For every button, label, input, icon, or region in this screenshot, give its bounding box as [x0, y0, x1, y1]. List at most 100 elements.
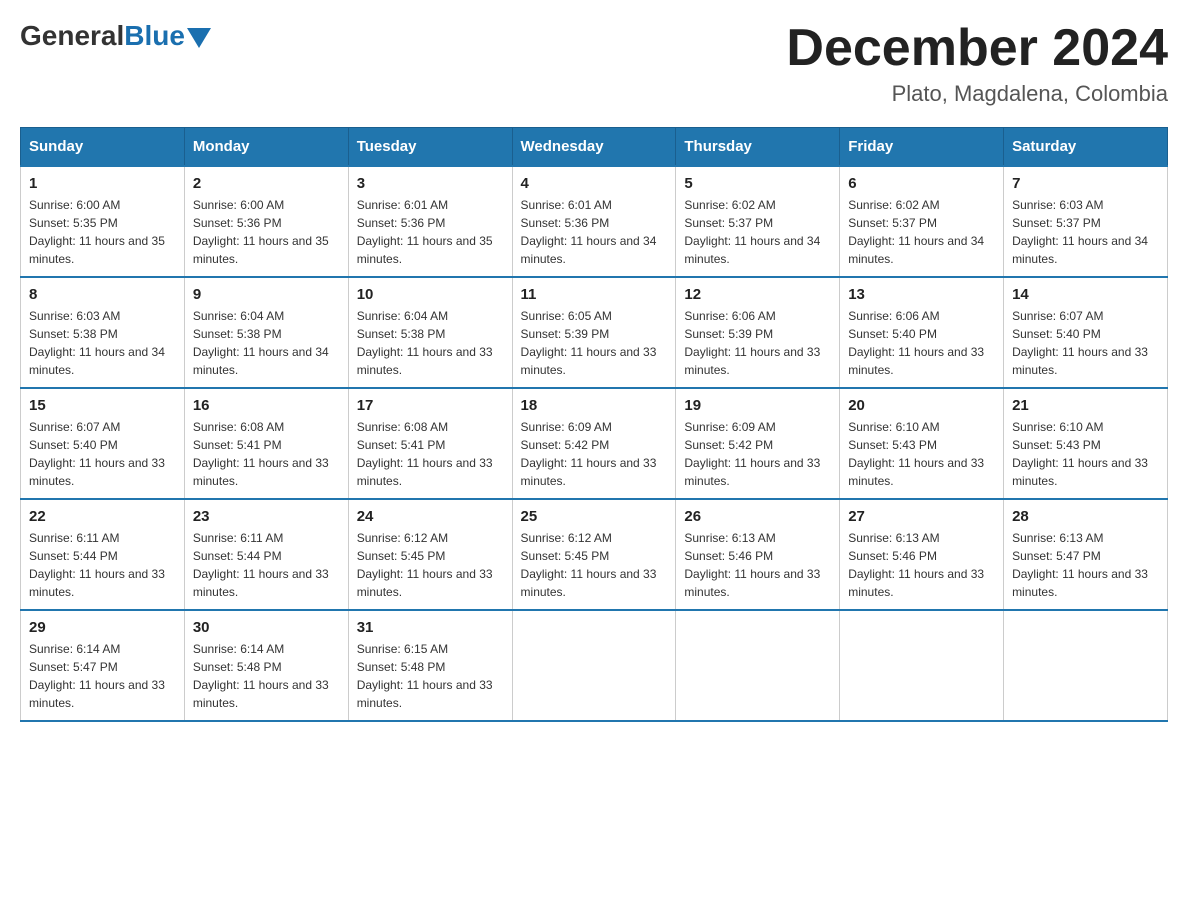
day-number: 8: [29, 286, 176, 303]
calendar-cell: 7 Sunrise: 6:03 AM Sunset: 5:37 PM Dayli…: [1004, 166, 1168, 277]
calendar-cell: [840, 610, 1004, 721]
calendar-cell: [1004, 610, 1168, 721]
day-number: 19: [684, 397, 831, 414]
calendar-week-4: 22 Sunrise: 6:11 AM Sunset: 5:44 PM Dayl…: [21, 499, 1168, 610]
day-number: 21: [1012, 397, 1159, 414]
calendar-cell: 5 Sunrise: 6:02 AM Sunset: 5:37 PM Dayli…: [676, 166, 840, 277]
day-number: 5: [684, 175, 831, 192]
calendar-cell: 15 Sunrise: 6:07 AM Sunset: 5:40 PM Dayl…: [21, 388, 185, 499]
day-number: 18: [521, 397, 668, 414]
day-info: Sunrise: 6:00 AM Sunset: 5:36 PM Dayligh…: [193, 196, 340, 268]
day-number: 29: [29, 619, 176, 636]
day-info: Sunrise: 6:15 AM Sunset: 5:48 PM Dayligh…: [357, 640, 504, 712]
day-info: Sunrise: 6:11 AM Sunset: 5:44 PM Dayligh…: [193, 529, 340, 601]
logo: General Blue: [20, 20, 211, 52]
day-info: Sunrise: 6:04 AM Sunset: 5:38 PM Dayligh…: [193, 307, 340, 379]
day-info: Sunrise: 6:11 AM Sunset: 5:44 PM Dayligh…: [29, 529, 176, 601]
calendar-cell: 24 Sunrise: 6:12 AM Sunset: 5:45 PM Dayl…: [348, 499, 512, 610]
calendar-cell: 6 Sunrise: 6:02 AM Sunset: 5:37 PM Dayli…: [840, 166, 1004, 277]
day-info: Sunrise: 6:05 AM Sunset: 5:39 PM Dayligh…: [521, 307, 668, 379]
day-number: 14: [1012, 286, 1159, 303]
day-number: 13: [848, 286, 995, 303]
logo-general: General: [20, 20, 124, 52]
day-info: Sunrise: 6:00 AM Sunset: 5:35 PM Dayligh…: [29, 196, 176, 268]
calendar-cell: 1 Sunrise: 6:00 AM Sunset: 5:35 PM Dayli…: [21, 166, 185, 277]
day-number: 31: [357, 619, 504, 636]
calendar-cell: 16 Sunrise: 6:08 AM Sunset: 5:41 PM Dayl…: [184, 388, 348, 499]
day-number: 3: [357, 175, 504, 192]
calendar-week-1: 1 Sunrise: 6:00 AM Sunset: 5:35 PM Dayli…: [21, 166, 1168, 277]
day-number: 6: [848, 175, 995, 192]
calendar-cell: [512, 610, 676, 721]
day-info: Sunrise: 6:01 AM Sunset: 5:36 PM Dayligh…: [521, 196, 668, 268]
logo-blue-container: Blue: [124, 20, 211, 52]
day-number: 1: [29, 175, 176, 192]
day-number: 15: [29, 397, 176, 414]
day-info: Sunrise: 6:06 AM Sunset: 5:40 PM Dayligh…: [848, 307, 995, 379]
calendar-cell: 20 Sunrise: 6:10 AM Sunset: 5:43 PM Dayl…: [840, 388, 1004, 499]
calendar-cell: 12 Sunrise: 6:06 AM Sunset: 5:39 PM Dayl…: [676, 277, 840, 388]
calendar-cell: 11 Sunrise: 6:05 AM Sunset: 5:39 PM Dayl…: [512, 277, 676, 388]
day-info: Sunrise: 6:14 AM Sunset: 5:47 PM Dayligh…: [29, 640, 176, 712]
calendar-cell: 28 Sunrise: 6:13 AM Sunset: 5:47 PM Dayl…: [1004, 499, 1168, 610]
day-info: Sunrise: 6:03 AM Sunset: 5:38 PM Dayligh…: [29, 307, 176, 379]
page-header: General Blue December 2024 Plato, Magdal…: [20, 20, 1168, 107]
calendar-cell: 26 Sunrise: 6:13 AM Sunset: 5:46 PM Dayl…: [676, 499, 840, 610]
day-number: 28: [1012, 508, 1159, 525]
day-number: 25: [521, 508, 668, 525]
calendar-cell: 27 Sunrise: 6:13 AM Sunset: 5:46 PM Dayl…: [840, 499, 1004, 610]
day-info: Sunrise: 6:06 AM Sunset: 5:39 PM Dayligh…: [684, 307, 831, 379]
day-info: Sunrise: 6:08 AM Sunset: 5:41 PM Dayligh…: [357, 418, 504, 490]
calendar-cell: 3 Sunrise: 6:01 AM Sunset: 5:36 PM Dayli…: [348, 166, 512, 277]
day-number: 2: [193, 175, 340, 192]
day-info: Sunrise: 6:12 AM Sunset: 5:45 PM Dayligh…: [521, 529, 668, 601]
day-number: 7: [1012, 175, 1159, 192]
logo-blue: Blue: [124, 20, 185, 52]
calendar-week-2: 8 Sunrise: 6:03 AM Sunset: 5:38 PM Dayli…: [21, 277, 1168, 388]
col-header-saturday: Saturday: [1004, 128, 1168, 167]
day-number: 17: [357, 397, 504, 414]
day-number: 16: [193, 397, 340, 414]
calendar-cell: 8 Sunrise: 6:03 AM Sunset: 5:38 PM Dayli…: [21, 277, 185, 388]
calendar-cell: 13 Sunrise: 6:06 AM Sunset: 5:40 PM Dayl…: [840, 277, 1004, 388]
day-number: 9: [193, 286, 340, 303]
calendar-cell: 17 Sunrise: 6:08 AM Sunset: 5:41 PM Dayl…: [348, 388, 512, 499]
day-info: Sunrise: 6:10 AM Sunset: 5:43 PM Dayligh…: [1012, 418, 1159, 490]
day-info: Sunrise: 6:04 AM Sunset: 5:38 PM Dayligh…: [357, 307, 504, 379]
calendar-week-5: 29 Sunrise: 6:14 AM Sunset: 5:47 PM Dayl…: [21, 610, 1168, 721]
col-header-monday: Monday: [184, 128, 348, 167]
day-info: Sunrise: 6:13 AM Sunset: 5:46 PM Dayligh…: [684, 529, 831, 601]
calendar-cell: 30 Sunrise: 6:14 AM Sunset: 5:48 PM Dayl…: [184, 610, 348, 721]
day-info: Sunrise: 6:10 AM Sunset: 5:43 PM Dayligh…: [848, 418, 995, 490]
calendar-header-row: Sunday Monday Tuesday Wednesday Thursday…: [21, 128, 1168, 167]
logo-text: General Blue: [20, 20, 211, 52]
logo-triangle-icon: [187, 28, 211, 48]
calendar-cell: 18 Sunrise: 6:09 AM Sunset: 5:42 PM Dayl…: [512, 388, 676, 499]
calendar-week-3: 15 Sunrise: 6:07 AM Sunset: 5:40 PM Dayl…: [21, 388, 1168, 499]
day-info: Sunrise: 6:13 AM Sunset: 5:47 PM Dayligh…: [1012, 529, 1159, 601]
calendar-cell: 9 Sunrise: 6:04 AM Sunset: 5:38 PM Dayli…: [184, 277, 348, 388]
calendar-cell: 31 Sunrise: 6:15 AM Sunset: 5:48 PM Dayl…: [348, 610, 512, 721]
title-section: December 2024 Plato, Magdalena, Colombia: [786, 20, 1168, 107]
day-info: Sunrise: 6:13 AM Sunset: 5:46 PM Dayligh…: [848, 529, 995, 601]
calendar-cell: 10 Sunrise: 6:04 AM Sunset: 5:38 PM Dayl…: [348, 277, 512, 388]
day-info: Sunrise: 6:02 AM Sunset: 5:37 PM Dayligh…: [848, 196, 995, 268]
day-info: Sunrise: 6:01 AM Sunset: 5:36 PM Dayligh…: [357, 196, 504, 268]
day-number: 11: [521, 286, 668, 303]
col-header-sunday: Sunday: [21, 128, 185, 167]
calendar-cell: 21 Sunrise: 6:10 AM Sunset: 5:43 PM Dayl…: [1004, 388, 1168, 499]
calendar-cell: 2 Sunrise: 6:00 AM Sunset: 5:36 PM Dayli…: [184, 166, 348, 277]
day-info: Sunrise: 6:02 AM Sunset: 5:37 PM Dayligh…: [684, 196, 831, 268]
calendar-cell: 29 Sunrise: 6:14 AM Sunset: 5:47 PM Dayl…: [21, 610, 185, 721]
day-number: 27: [848, 508, 995, 525]
day-number: 4: [521, 175, 668, 192]
day-info: Sunrise: 6:08 AM Sunset: 5:41 PM Dayligh…: [193, 418, 340, 490]
month-title: December 2024: [786, 20, 1168, 77]
calendar-cell: 23 Sunrise: 6:11 AM Sunset: 5:44 PM Dayl…: [184, 499, 348, 610]
day-number: 23: [193, 508, 340, 525]
day-info: Sunrise: 6:09 AM Sunset: 5:42 PM Dayligh…: [684, 418, 831, 490]
day-number: 30: [193, 619, 340, 636]
day-number: 24: [357, 508, 504, 525]
day-number: 22: [29, 508, 176, 525]
calendar-cell: 4 Sunrise: 6:01 AM Sunset: 5:36 PM Dayli…: [512, 166, 676, 277]
